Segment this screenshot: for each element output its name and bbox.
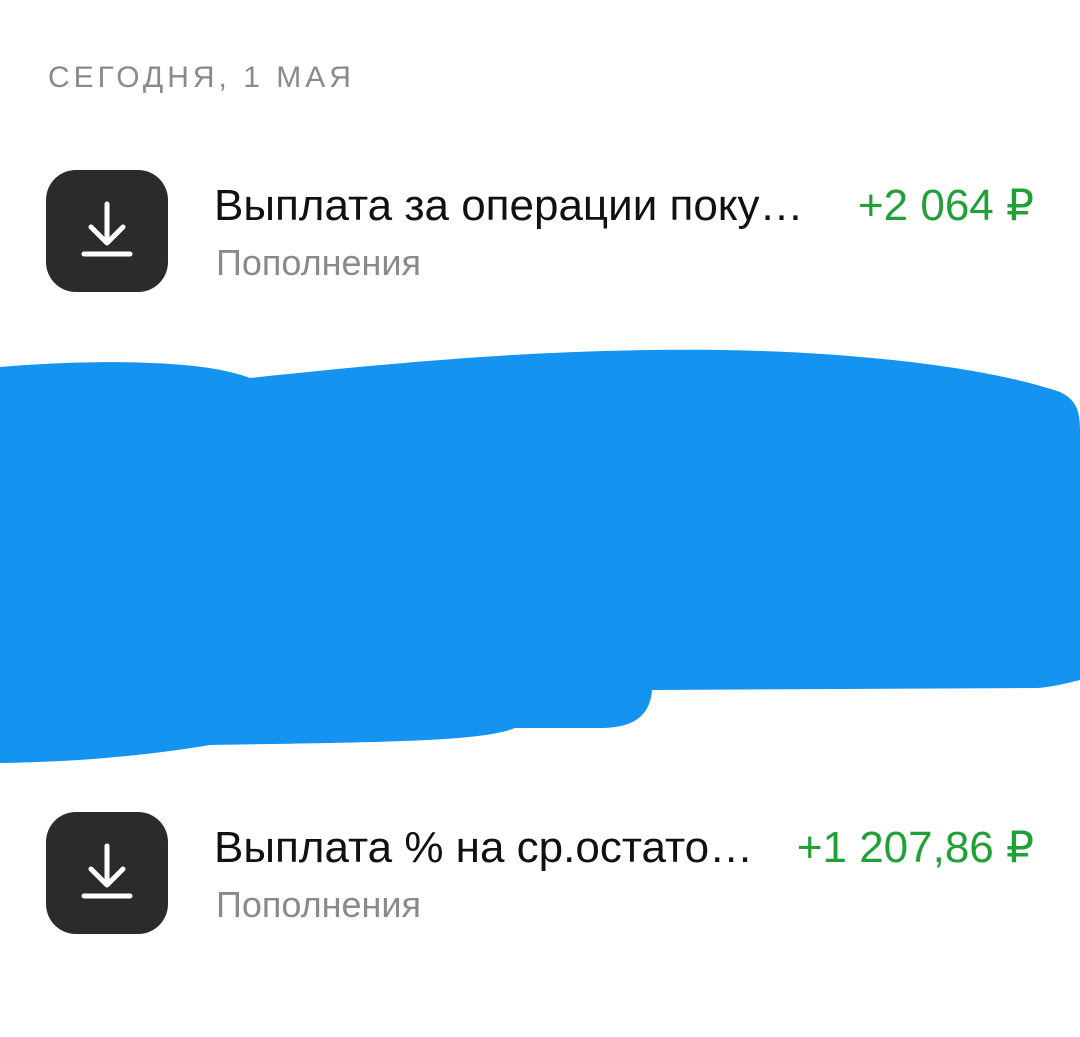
transaction-title: Выплата % на ср.остато… [214,823,754,872]
transaction-category: Пополнения [216,242,422,283]
transaction-row[interactable]: Выплата за операции поку… Пополнения +2 … [0,170,1080,294]
download-icon [46,812,168,934]
transaction-row[interactable]: Выплата % на ср.остато… Пополнения +1 20… [0,812,1080,936]
transaction-amount: +2 064 ₽ [857,181,1034,230]
date-header: СЕГОДНЯ, 1 МАЯ [48,61,355,94]
download-icon [46,170,168,292]
transaction-title: Выплата за операции поку… [214,181,804,230]
transaction-category: Пополнения [216,884,422,925]
transaction-amount: +1 207,86 ₽ [796,823,1034,872]
